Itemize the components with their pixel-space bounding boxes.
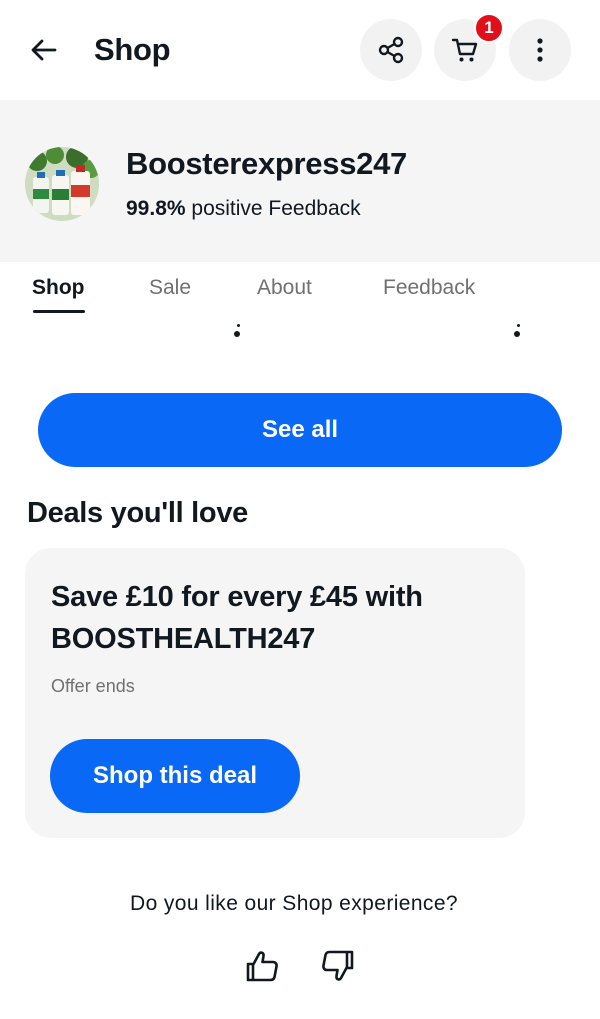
back-button[interactable] — [22, 28, 66, 72]
deals-section-title: Deals you'll love — [27, 497, 248, 529]
see-all-button[interactable]: See all — [38, 393, 562, 467]
carousel-dot — [237, 324, 240, 327]
share-icon — [378, 36, 404, 64]
tab-sale[interactable]: Sale — [149, 274, 191, 302]
active-tab-indicator — [33, 310, 85, 313]
tab-about[interactable]: About — [257, 274, 312, 302]
thumbs-down-icon — [322, 950, 354, 981]
page-title: Shop — [94, 32, 171, 67]
thumbs-up-button[interactable] — [240, 944, 284, 988]
feedback-label: positive Feedback — [191, 197, 361, 220]
carousel-dot — [517, 324, 520, 327]
more-vertical-icon — [537, 38, 543, 62]
top-app-bar: Shop 1 — [0, 0, 600, 100]
back-arrow-icon — [31, 39, 57, 61]
shop-this-deal-button[interactable]: Shop this deal — [50, 739, 300, 813]
cart-count-badge: 1 — [474, 13, 504, 43]
deal-offer-ends: Offer ends — [51, 676, 135, 696]
more-options-button[interactable] — [509, 19, 571, 81]
share-button[interactable] — [360, 19, 422, 81]
deal-title: Save £10 for every £45 with BOOSTHEALTH2… — [51, 581, 423, 655]
carousel-dot — [234, 331, 240, 337]
shop-tabs: Shop Sale About Feedback — [0, 262, 600, 320]
cart-icon — [451, 38, 478, 62]
carousel-dot — [514, 331, 520, 337]
thumbs-up-icon — [246, 951, 278, 982]
seller-header: Boosterexpress247 99.8% positive Feedbac… — [0, 100, 600, 262]
thumbs-down-button[interactable] — [316, 944, 360, 988]
deal-card: Save £10 for every £45 with BOOSTHEALTH2… — [25, 548, 525, 838]
tab-shop[interactable]: Shop — [32, 274, 85, 302]
tab-feedback[interactable]: Feedback — [383, 274, 475, 302]
seller-avatar[interactable] — [25, 147, 99, 221]
shop-experience-question: Do you like our Shop experience? — [130, 892, 458, 915]
seller-feedback: 99.8% positive Feedback — [126, 196, 361, 222]
seller-name[interactable]: Boosterexpress247 — [126, 144, 407, 184]
feedback-percent: 99.8% — [126, 197, 186, 220]
